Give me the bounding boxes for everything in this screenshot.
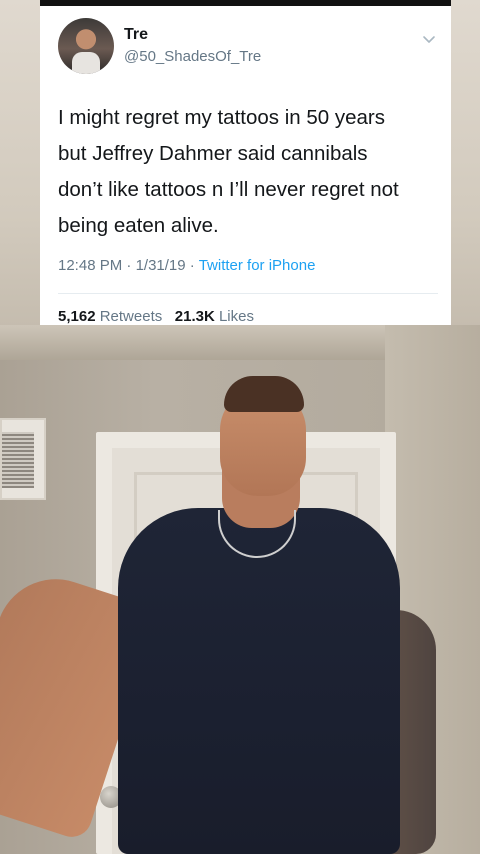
chevron-down-icon[interactable] — [420, 30, 438, 48]
likes-stat[interactable]: 21.3K Likes — [175, 308, 254, 325]
profile-avatar[interactable] — [58, 18, 114, 74]
retweets-count: 5,162 — [58, 308, 96, 325]
hair — [224, 376, 304, 412]
top-bar — [40, 0, 451, 6]
tweet-line: being eaten alive. — [58, 214, 219, 237]
meta-separator: · — [126, 257, 132, 274]
user-handle[interactable]: @50_ShadesOf_Tre — [124, 48, 261, 65]
tweet-line: but Jeffrey Dahmer said cannibals — [58, 142, 368, 165]
tweet-time[interactable]: 12:48 PM — [58, 257, 122, 274]
tweet-source[interactable]: Twitter for iPhone — [199, 257, 316, 274]
navy-shirt — [118, 508, 400, 854]
tweet-text: I might regret my tattoos in 50 years bu… — [58, 100, 438, 244]
air-vent — [0, 418, 46, 500]
retweets-stat[interactable]: 5,162 Retweets — [58, 308, 162, 325]
likes-count: 21.3K — [174, 308, 215, 325]
retweets-label: Retweets — [99, 308, 163, 325]
divider — [58, 293, 438, 294]
tweet-stats: 5,162 Retweets 21.3K Likes — [58, 308, 254, 325]
tweet-card[interactable]: Tre @50_ShadesOf_Tre I might regret my t… — [40, 0, 451, 325]
likes-label: Likes — [218, 308, 254, 325]
meta-separator: · — [189, 257, 195, 274]
tweet-line: don’t like tattoos n I’ll never regret n… — [58, 178, 399, 201]
tweet-line: I might regret my tattoos in 50 years — [58, 106, 385, 129]
display-name[interactable]: Tre — [124, 26, 148, 44]
tweet-date[interactable]: 1/31/19 — [136, 257, 186, 274]
tweet-meta: 12:48 PM · 1/31/19 · Twitter for iPhone — [58, 257, 315, 274]
